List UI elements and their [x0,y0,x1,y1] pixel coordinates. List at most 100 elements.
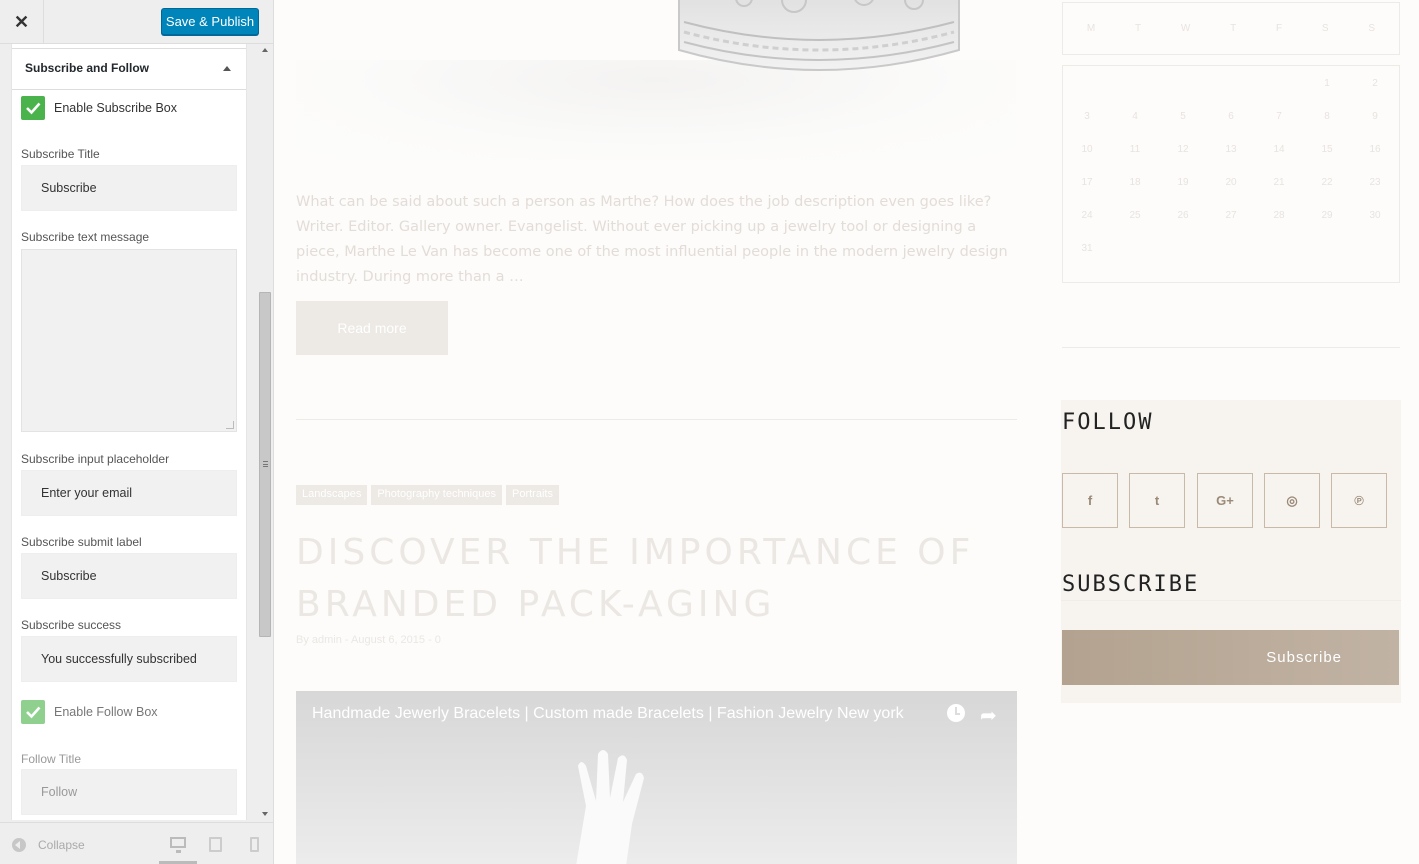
placeholder-input[interactable]: Enter your email [21,470,237,516]
calendar-date [1255,243,1303,258]
collapse-button[interactable]: Collapse [12,838,85,852]
bracelet-image [678,0,960,71]
thumb-grip-icon [263,461,268,467]
calendar-date: 2 [1372,78,1378,89]
calendar-date: 21 [1273,177,1285,188]
calendar-day: S [1321,23,1329,34]
mobile-preview-icon[interactable] [250,837,259,852]
calendar-date: 8 [1324,111,1330,122]
calendar-date: 17 [1081,177,1093,188]
calendar-date: 24 [1081,210,1093,221]
calendar-body: 1 2 3 4 5 6 7 8 9 10 11 12 13 14 15 16 17 18 19 20 21 22 23 24 2… [1062,65,1400,283]
calendar-grid: 1 2 3 4 5 6 7 8 9 10 11 12 13 14 15 16 17 18 19 20 21 22 23 24 2… [1063,78,1399,258]
calendar-date [1111,243,1159,258]
calendar-date: 31 [1081,243,1093,254]
subscribe-text-label: Subscribe text message [21,230,150,244]
collapse-icon [12,838,26,852]
checkmark-icon [26,102,41,115]
calendar-date [1207,78,1255,93]
video-embed[interactable]: Handmade Jewerly Bracelets | Custom made… [296,691,1017,864]
section-header[interactable]: Subscribe and Follow [12,48,246,90]
instagram-icon[interactable]: ◎ [1264,473,1320,528]
calendar-date: 25 [1129,210,1141,221]
submit-label-input[interactable]: Subscribe [21,553,237,599]
calendar-date: 20 [1225,177,1237,188]
follow-subscribe-widget: FOLLOW f t G+ ◎ ℗ SUBSCRIBE Subscribe [1061,400,1401,703]
customizer-panel: ✕ Save & Publish Subscribe and Follow En… [0,0,274,864]
submit-label-label: Subscribe submit label [21,535,142,549]
calendar-date: 15 [1321,144,1333,155]
enable-subscribe-row[interactable]: Enable Subscribe Box [21,96,177,120]
calendar-date: 6 [1228,111,1234,122]
watch-later-icon[interactable] [947,704,965,722]
calendar-date: 29 [1321,210,1333,221]
enable-subscribe-checkbox[interactable] [21,96,45,120]
google-plus-icon[interactable]: G+ [1197,473,1253,528]
panel-scrollbar[interactable] [258,44,272,820]
calendar-date: 9 [1372,111,1378,122]
subscribe-title-input[interactable]: Subscribe [21,165,237,211]
calendar-date: 26 [1177,210,1189,221]
placeholder-label: Subscribe input placeholder [21,452,170,466]
calendar-date: 10 [1081,144,1093,155]
enable-follow-label: Enable Follow Box [54,705,158,719]
share-icon[interactable]: ➦ [980,703,997,728]
subscribe-input-line[interactable] [1061,600,1401,601]
calendar-date [1063,78,1111,93]
hand-image [576,750,644,864]
desktop-preview-icon[interactable] [170,837,186,853]
section-title: Subscribe and Follow [25,61,150,75]
read-more-button[interactable]: Read more [296,301,448,355]
site-preview: What can be said about such a person as … [274,0,1419,864]
subscribe-title-label: Subscribe Title [21,147,100,161]
post-tags: Landscapes Photography techniques Portra… [296,485,559,505]
calendar-day: W [1180,23,1191,34]
caret-up-icon [223,66,231,71]
tag-link[interactable]: Photography techniques [371,485,502,505]
calendar-date: 11 [1129,144,1141,155]
follow-title-input[interactable]: Follow [21,769,237,815]
subscribe-button[interactable]: Subscribe [1062,630,1399,685]
scroll-down-icon[interactable] [262,812,268,816]
twitter-icon[interactable]: t [1129,473,1185,528]
calendar-date: 1 [1324,78,1330,89]
post-title[interactable]: DISCOVER THE IMPORTANCE OF BRANDED PACK-… [296,527,1026,631]
calendar-date: 5 [1180,111,1186,122]
close-button[interactable]: ✕ [0,0,44,44]
video-title[interactable]: Handmade Jewerly Bracelets | Custom made… [312,705,904,723]
facebook-icon[interactable]: f [1062,473,1118,528]
calendar-day: T [1230,23,1237,34]
subscribe-text-textarea[interactable] [21,249,237,432]
scrollbar-thumb[interactable] [259,292,271,637]
scroll-up-icon[interactable] [262,48,268,52]
enable-follow-row[interactable]: Enable Follow Box [21,700,158,724]
calendar-date: 22 [1321,177,1333,188]
tablet-preview-icon[interactable] [209,837,222,852]
follow-title-label: Follow Title [21,752,82,766]
calendar-date [1207,243,1255,258]
post-meta: By admin - August 6, 2015 - 0 [296,634,441,646]
enable-follow-checkbox[interactable] [21,700,45,724]
customizer-screen: ✕ Save & Publish Subscribe and Follow En… [0,0,1419,864]
calendar-date: 13 [1225,144,1237,155]
resize-grip-icon[interactable] [226,421,234,429]
close-icon: ✕ [13,11,30,32]
sidebar-divider [1062,347,1400,348]
success-input[interactable]: You successfully subscribed [21,636,237,682]
post-excerpt: What can be said about such a person as … [296,194,1008,285]
panel-footer: Collapse [0,822,273,864]
enable-subscribe-label: Enable Subscribe Box [54,101,177,115]
calendar-date: 3 [1084,111,1090,122]
success-label: Subscribe success [21,618,122,632]
checkmark-icon [26,706,41,719]
pinterest-icon[interactable]: ℗ [1331,473,1387,528]
tag-link[interactable]: Landscapes [296,485,368,505]
save-publish-button[interactable]: Save & Publish [161,8,259,35]
calendar-day: F [1276,23,1283,34]
calendar-date [1159,78,1207,93]
calendar-date [1351,243,1399,258]
tag-link[interactable]: Portraits [505,485,559,505]
post-divider [296,419,1017,420]
calendar-date: 14 [1273,144,1285,155]
calendar-date [1111,78,1159,93]
